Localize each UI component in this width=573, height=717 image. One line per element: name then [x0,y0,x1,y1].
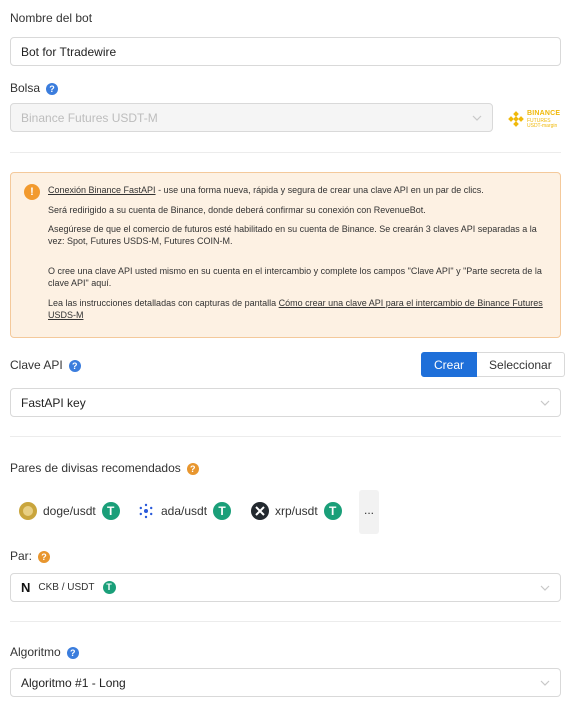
recommended-pair-doge[interactable]: doge/usdt T [19,500,120,522]
fastapi-link[interactable]: Conexión Binance FastAPI [48,185,156,195]
exchange-label-text: Bolsa [10,81,41,95]
notice-line-1: Conexión Binance FastAPI - use una forma… [48,184,548,196]
cardano-coin-icon [137,502,155,520]
algorithm-help-icon[interactable]: ? [66,646,79,659]
binance-futures-logo: BINANCE FUTURES USDT-margin [508,108,564,130]
api-key-mode-toggle: Crear Seleccionar [421,352,565,377]
pair-label-text: Par: [10,549,33,563]
pair-label: Par:? [10,549,51,563]
exchange-value: Binance Futures USDT-M [21,110,158,125]
binance-logo-sub2: USDT-margin [527,123,558,129]
recommended-pairs-help-icon[interactable]: ? [186,462,199,475]
recommended-pairs-label-text: Pares de divisas recomendados [10,461,181,475]
pair-select[interactable]: N CKB / USDT T [10,573,561,602]
pair-name: xrp/usdt [275,504,318,518]
notice-line-4: O cree una clave API usted mismo en su c… [48,266,542,288]
warning-icon: ! [24,184,40,200]
api-key-help-icon[interactable]: ? [68,359,81,372]
divider [10,152,561,153]
create-api-key-button[interactable]: Crear [421,352,478,377]
divider [10,621,561,622]
notice-line-5: Lea las instrucciones detalladas con cap… [48,297,548,321]
api-key-label-text: Clave API [10,358,63,372]
bot-name-input[interactable]: Bot for Ttradewire [10,37,561,66]
notice-line-5-text: Lea las instrucciones detalladas con cap… [48,298,279,308]
divider [10,436,561,437]
algorithm-label: Algoritmo? [10,645,79,659]
pair-value: CKB / USDT [38,582,95,593]
ckb-coin-icon: N [21,580,31,595]
notice-line-1-text: - use una forma nueva, rápida y segura d… [155,185,484,195]
exchange-select[interactable]: Binance Futures USDT-M [10,103,493,132]
tether-icon: T [101,502,120,520]
exchange-label: Bolsa? [10,81,59,95]
chevron-down-icon [472,115,482,121]
more-pairs-button[interactable]: ... [359,490,379,534]
api-key-label: Clave API? [10,358,81,372]
tether-icon: T [323,502,342,520]
chevron-down-icon [540,585,550,591]
chevron-down-icon [540,400,550,406]
binance-diamond-icon [508,111,524,127]
recommended-pair-xrp[interactable]: xrp/usdt T [251,500,342,522]
bot-name-label: Nombre del bot [10,11,93,25]
recommended-pair-ada[interactable]: ada/usdt T [137,500,232,522]
algorithm-value: Algoritmo #1 - Long [21,675,126,690]
notice-line-3: Asegúrese de que el comercio de futuros … [48,224,537,246]
xrp-coin-icon [251,502,269,520]
binance-logo-text: BINANCE [527,110,561,117]
tether-icon: T [102,581,116,594]
exchange-help-icon[interactable]: ? [46,82,59,95]
pair-name: ada/usdt [161,504,208,518]
pair-name: doge/usdt [43,504,96,518]
chevron-down-icon [540,680,550,686]
tether-icon: T [213,502,232,520]
fastapi-notice: ! Conexión Binance FastAPI - use una for… [10,172,561,338]
algorithm-label-text: Algoritmo [10,645,61,659]
select-api-key-button[interactable]: Seleccionar [477,352,565,377]
api-key-value: FastAPI key [21,395,86,410]
recommended-pairs-label: Pares de divisas recomendados? [10,461,199,475]
pair-help-icon[interactable]: ? [38,550,51,563]
bot-name-value: Bot for Ttradewire [21,44,117,59]
doge-coin-icon [19,502,37,520]
notice-line-2: Será redirigido a su cuenta de Binance, … [48,205,426,215]
algorithm-select[interactable]: Algoritmo #1 - Long [10,668,561,697]
api-key-select[interactable]: FastAPI key [10,388,561,417]
